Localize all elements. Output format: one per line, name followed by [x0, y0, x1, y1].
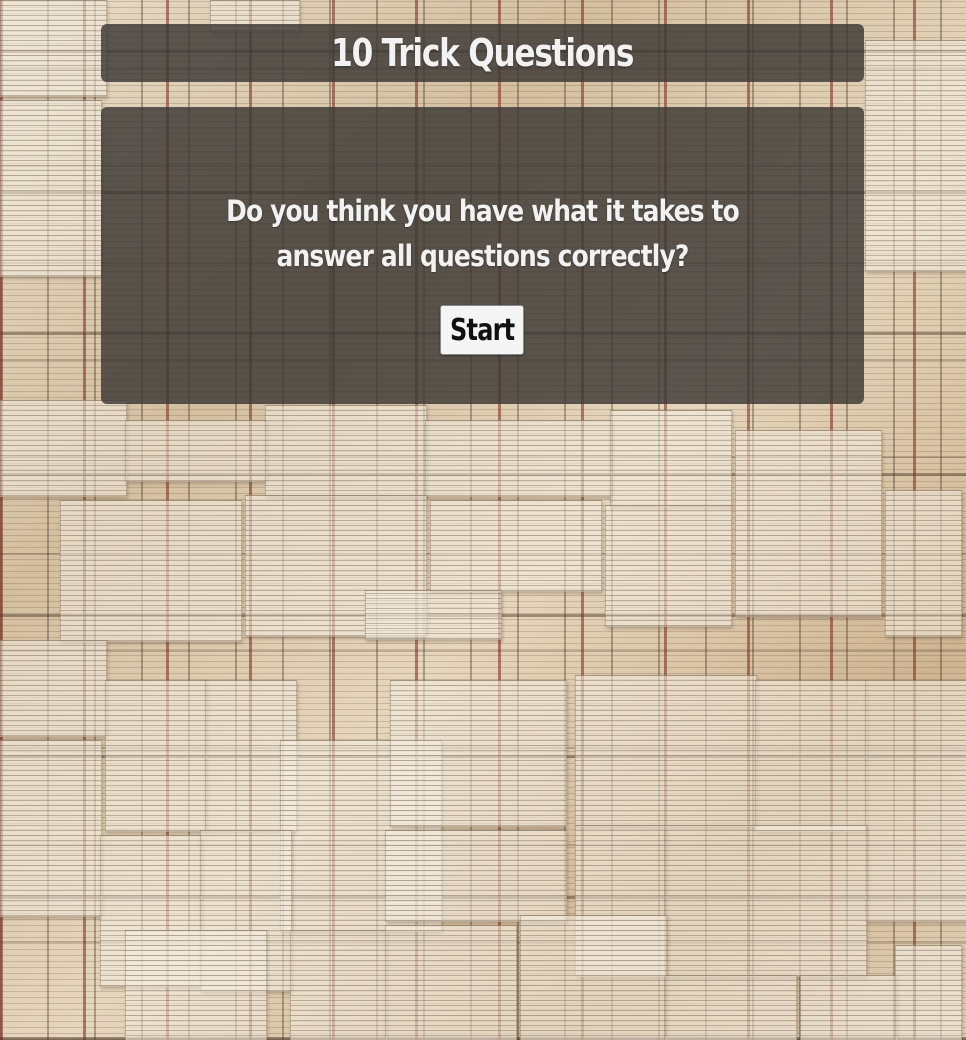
- intro-question: Do you think you have what it takes to a…: [226, 194, 740, 273]
- start-button[interactable]: Start: [440, 305, 524, 355]
- page-title: 10 Trick Questions: [331, 31, 634, 75]
- quiz-intro-panel: Do you think you have what it takes to a…: [101, 107, 864, 404]
- start-button-label: Start: [449, 312, 515, 348]
- title-bar: 10 Trick Questions: [101, 24, 864, 82]
